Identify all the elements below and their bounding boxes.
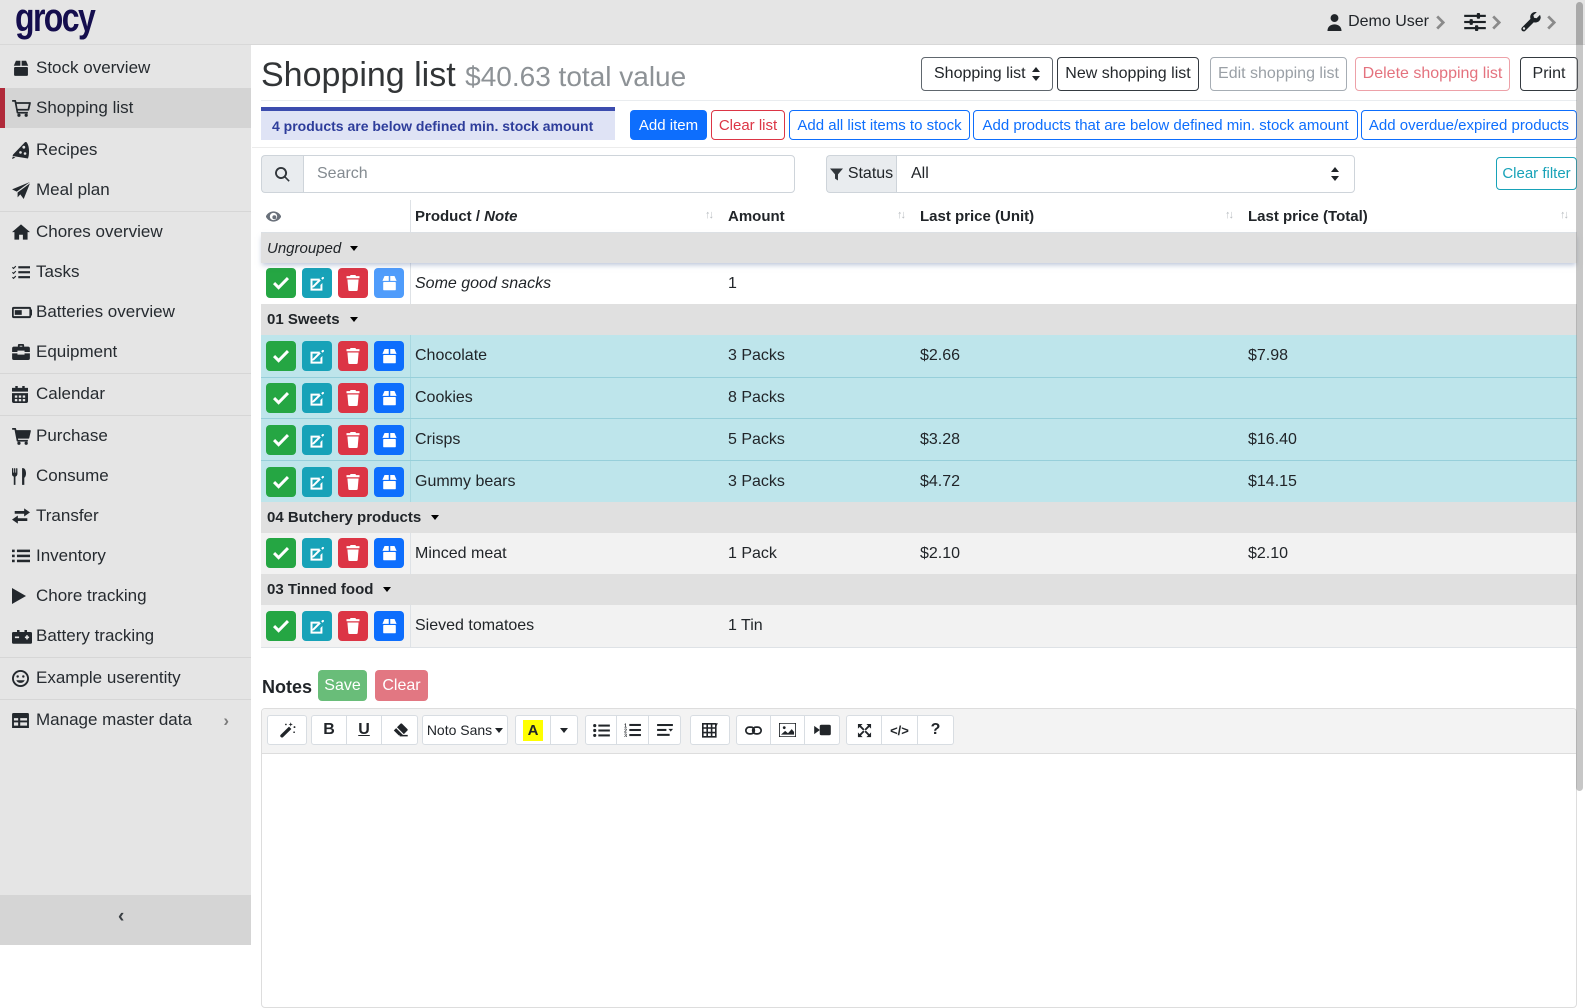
svg-text:3: 3 [624, 733, 627, 737]
